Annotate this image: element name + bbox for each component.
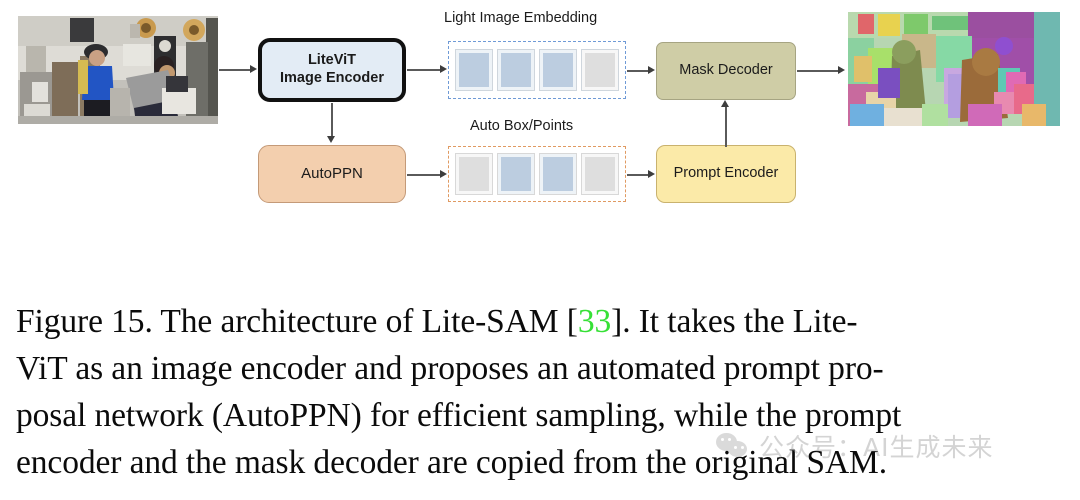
caption-line: posal network (AutoPPN) for efficient sa… [16,392,1066,439]
connector-autoppn-to-prompts [407,174,441,176]
node-litevit-label-line1: LiteViT [307,52,357,69]
label-light-image-embedding: Light Image Embedding [444,10,598,26]
input-image-content [18,16,218,124]
caption-line-2: ViT as an image encoder and proposes an … [16,350,884,387]
group-auto-box-points [448,146,626,202]
input-image [18,16,218,124]
arrow-encoder-to-embedding-icon [440,64,447,73]
connector-prompts-to-prompt-encoder [627,174,649,176]
node-mask-decoder-label: Mask Decoder [679,62,773,79]
caption-line-4: encoder and the mask decoder are copied … [16,444,887,481]
connector-encoder-to-embedding [407,69,441,71]
arrow-mask-decoder-to-output-icon [838,65,845,74]
embedding-token [498,50,534,90]
connector-encoder-to-autoppn [331,103,333,137]
arrow-prompts-to-prompt-encoder-icon [648,169,655,178]
arrow-input-to-encoder-icon [250,64,257,73]
node-mask-decoder[interactable]: Mask Decoder [656,42,796,100]
caption-line: ViT as an image encoder and proposes an … [16,345,1066,392]
connector-input-to-encoder [219,69,251,71]
caption-line-3: posal network (AutoPPN) for efficient sa… [16,397,902,434]
output-image-content [848,12,1060,126]
arrow-encoder-to-autoppn-icon [327,136,335,143]
embedding-token [456,50,492,90]
connector-embedding-to-mask-decoder [627,70,649,72]
figure-caption: Figure 15. The architecture of Lite-SAM … [16,298,1066,486]
caption-line-1-before: Figure 15. The architecture of Lite-SAM … [16,303,578,340]
arrow-prompt-encoder-to-mask-decoder-icon [721,100,729,107]
arrow-embedding-to-mask-decoder-icon [648,65,655,74]
caption-line-1-after: ]. It takes the Lite- [611,303,858,340]
connector-mask-decoder-to-output [797,70,839,72]
group-light-image-embedding [448,41,626,99]
prompt-token [582,154,618,194]
prompt-token [456,154,492,194]
node-autoppn-label: AutoPPN [301,164,363,182]
embedding-token [540,50,576,90]
node-litevit-label-line2: Image Encoder [280,70,384,86]
caption-citation[interactable]: 33 [578,303,611,340]
caption-line: Figure 15. The architecture of Lite-SAM … [16,298,1066,345]
label-auto-box-points: Auto Box/Points [470,118,574,134]
prompt-token [498,154,534,194]
connector-prompt-encoder-to-mask-decoder [725,107,727,147]
output-segmented-image [848,12,1060,126]
arrow-autoppn-to-prompts-icon [440,169,447,178]
node-prompt-encoder[interactable]: Prompt Encoder [656,145,796,203]
node-prompt-encoder-label: Prompt Encoder [673,165,779,182]
node-litevit-image-encoder[interactable]: LiteViT Image Encoder [258,38,406,102]
figure-diagram: LiteViT Image Encoder AutoPPN Mask Decod… [0,0,1080,285]
node-autoppn[interactable]: AutoPPN [258,145,406,203]
prompt-token [540,154,576,194]
caption-line: encoder and the mask decoder are copied … [16,439,1066,486]
embedding-token [582,50,618,90]
